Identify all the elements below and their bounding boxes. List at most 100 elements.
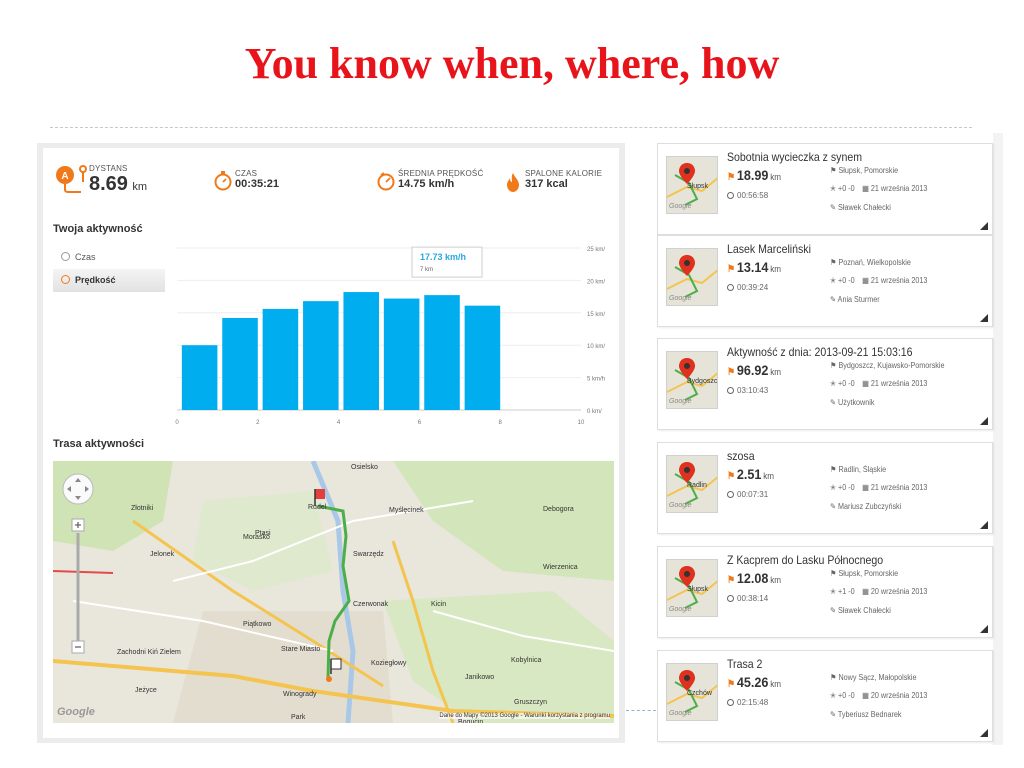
map-place-label: Morasko <box>243 534 270 541</box>
calendar-icon: ▦ <box>862 379 869 388</box>
x-tick-label: 2 <box>256 420 260 426</box>
expand-corner-icon[interactable] <box>980 625 988 633</box>
activity-location: ⚑ Poznań, Wielkopolskie <box>830 258 911 267</box>
activity-title[interactable]: Trasa 2 <box>727 657 762 671</box>
route-pin-icon: ⚑ <box>727 367 736 378</box>
flag-icon: ⚑ <box>830 673 837 682</box>
duration-value: 02:15:48 <box>737 698 769 707</box>
google-logo: Google <box>669 502 692 509</box>
distance-value: 18.99 <box>736 167 769 183</box>
stopwatch-icon <box>727 595 734 602</box>
vote-icon[interactable]: ✭ <box>830 483 836 492</box>
activity-duration: 00:38:14 <box>727 594 768 603</box>
activity-title[interactable]: Z Kacprem do Lasku Północnego <box>727 553 883 567</box>
google-logo: Google <box>57 706 95 718</box>
activity-title[interactable]: Lasek Marceliński <box>727 242 811 256</box>
map-place-label: Rudel <box>308 504 327 511</box>
distance-value: 2.51 <box>736 466 762 482</box>
date-value: 21 września 2013 <box>870 483 928 492</box>
activity-title[interactable]: Aktywność z dnia: 2013-09-21 15:03:16 <box>727 345 913 359</box>
speedometer-icon <box>61 275 70 284</box>
chart-tabs: Czas Prędkość <box>53 246 165 292</box>
user-name[interactable]: Mariusz Zubczyński <box>838 502 901 511</box>
speed-bar <box>303 301 339 410</box>
speed-bar <box>181 345 218 410</box>
map-place-label: Park <box>291 714 306 721</box>
y-tick-label: 10 km/ <box>587 344 605 350</box>
map-place-label: Kobylnica <box>511 657 542 664</box>
activity-votes-date: ✭ +0 -0 ▦ 21 września 2013 <box>830 184 927 193</box>
expand-corner-icon[interactable] <box>980 314 988 322</box>
speedometer-icon <box>377 172 395 191</box>
vote-icon[interactable]: ✭ <box>830 184 836 193</box>
map-place-label: Winogrady <box>283 691 317 698</box>
activity-card[interactable]: Czchów Google Trasa 2 ⚑ 45.26 km 02:15:48 … <box>657 650 993 742</box>
route-thumbnail[interactable]: Słupsk Google <box>666 559 718 617</box>
activity-card[interactable]: Google Lasek Marceliński ⚑ 13.14 km 00:39:… <box>657 235 993 327</box>
calendar-icon: ▦ <box>862 276 869 285</box>
y-tick-label: 5 km/h <box>587 377 605 383</box>
vote-icon[interactable]: ✭ <box>830 276 836 285</box>
route-map[interactable]: Osielsko Złotniki Myślęcinek Rudel Ptasi Jeży… <box>53 461 614 723</box>
speed-bar <box>262 308 299 410</box>
activity-section-title: Twoja aktywność <box>53 223 143 235</box>
activity-card[interactable]: Słupsk Google Z Kacprem do Lasku Północn… <box>657 546 993 638</box>
thumb-label: Radlin <box>687 482 707 489</box>
votes-value: +0 -0 <box>838 691 855 700</box>
route-thumbnail[interactable]: Słupsk Google <box>666 156 718 214</box>
votes-value: +0 -0 <box>838 483 855 492</box>
tab-predkosc[interactable]: Prędkość <box>53 269 165 292</box>
user-name[interactable]: Użytkownik <box>838 398 874 407</box>
location-value: Nowy Sącz, Małopolskie <box>838 673 917 682</box>
activity-user: ✎ Ania Sturmer <box>830 295 880 304</box>
expand-corner-icon[interactable] <box>980 222 988 230</box>
user-name[interactable]: Sławek Chałecki <box>838 606 891 615</box>
vote-icon[interactable]: ✭ <box>830 587 836 596</box>
user-edit-icon: ✎ <box>830 606 837 615</box>
speed-bar <box>464 305 501 410</box>
tab-czas[interactable]: Czas <box>53 246 165 269</box>
y-tick-label: 20 km/ <box>587 279 605 285</box>
speed-bar <box>383 298 420 410</box>
distance-unit: km <box>770 367 782 377</box>
y-tick-label: 15 km/ <box>587 312 605 318</box>
activity-duration: 00:39:24 <box>727 283 768 292</box>
map-attribution[interactable]: Dane do Mapy ©2013 Google - Warunki korz… <box>439 713 610 719</box>
tab-label: Czas <box>75 252 96 262</box>
distance-unit: km <box>770 575 782 585</box>
activity-title[interactable]: Sobotnia wycieczka z synem <box>727 150 862 164</box>
calories-value: 317 kcal <box>525 178 568 190</box>
activity-user: ✎ Sławek Chałecki <box>830 606 891 615</box>
route-section-title: Trasa aktywności <box>53 438 145 450</box>
activity-card[interactable]: Słupsk Google Sobotnia wycieczka z synem… <box>657 143 993 235</box>
distance-unit: km <box>770 679 782 689</box>
google-logo: Google <box>669 295 692 302</box>
vote-icon[interactable]: ✭ <box>830 691 836 700</box>
date-value: 21 września 2013 <box>870 184 928 193</box>
svg-text:A: A <box>61 171 68 182</box>
stopwatch-icon <box>214 171 232 191</box>
activity-card[interactable]: Bydgoszcz Google Aktywność z dnia: 2013-… <box>657 338 993 430</box>
expand-corner-icon[interactable] <box>980 521 988 529</box>
activity-card[interactable]: Radlin Google szosa ⚑ 2.51 km 00:07:31 ⚑ R… <box>657 442 993 534</box>
route-thumbnail[interactable]: Czchów Google <box>666 663 718 721</box>
votes-value: +0 -0 <box>838 379 855 388</box>
activity-title[interactable]: szosa <box>727 449 755 463</box>
vote-icon[interactable]: ✭ <box>830 379 836 388</box>
route-thumbnail[interactable]: Radlin Google <box>666 455 718 513</box>
expand-corner-icon[interactable] <box>980 417 988 425</box>
distance-value: 96.92 <box>736 362 769 378</box>
map-place-label: Myślęcinek <box>389 507 424 514</box>
distance-unit: km <box>763 471 775 481</box>
expand-corner-icon[interactable] <box>980 729 988 737</box>
route-thumbnail[interactable]: Google <box>666 248 718 306</box>
user-name[interactable]: Sławek Chałecki <box>838 203 891 212</box>
route-thumbnail[interactable]: Bydgoszcz Google <box>666 351 718 409</box>
user-name[interactable]: Ania Sturmer <box>838 295 880 304</box>
time-label: CZAS <box>235 169 258 178</box>
tooltip-value: 17.73 km/h <box>420 252 466 262</box>
thumb-label: Słupsk <box>687 586 709 593</box>
activity-votes-date: ✭ +0 -0 ▦ 21 września 2013 <box>830 483 927 492</box>
user-name[interactable]: Tyberiusz Bednarek <box>838 710 902 719</box>
calendar-icon: ▦ <box>862 691 869 700</box>
